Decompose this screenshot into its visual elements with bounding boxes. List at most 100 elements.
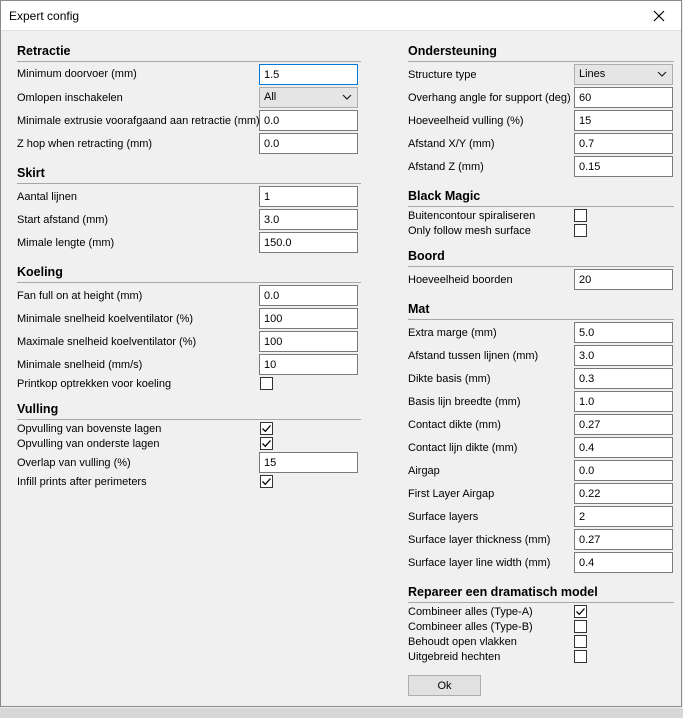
label-fan-full: Fan full on at height (mm) (17, 290, 143, 302)
input-start-afstand[interactable] (259, 209, 358, 230)
checkbox-open-vlakken[interactable] (574, 635, 587, 648)
checkmark-icon (576, 608, 585, 616)
label-extra-marge: Extra marge (mm) (408, 327, 497, 339)
label-printkop: Printkop optrekken voor koeling (17, 378, 172, 390)
checkmark-icon (262, 440, 271, 448)
checkbox-bovenste[interactable] (260, 422, 273, 435)
input-fan-full[interactable] (259, 285, 358, 306)
label-basis-lijn: Basis lijn breedte (mm) (408, 396, 521, 408)
label-max-snelheid-fan: Maximale snelheid koelventilator (%) (17, 336, 197, 348)
input-max-snelheid-fan[interactable] (259, 331, 358, 352)
select-structure-type[interactable]: Lines (574, 64, 673, 85)
input-dikte-basis[interactable] (574, 368, 673, 389)
input-aantal-lijnen[interactable] (259, 186, 358, 207)
input-surface-width[interactable] (574, 552, 673, 573)
label-contact-lijn: Contact lijn dikte (mm) (408, 442, 518, 454)
title-bar: Expert config (1, 1, 681, 31)
label-mimale-lengte: Mimale lengte (mm) (17, 237, 115, 249)
label-mesh-surface: Only follow mesh surface (408, 225, 531, 237)
label-afstand-xy: Afstand X/Y (mm) (408, 138, 495, 150)
input-extra-marge[interactable] (574, 322, 673, 343)
checkbox-printkop[interactable] (260, 377, 273, 390)
section-title-boord: Boord (408, 249, 445, 263)
label-spiraliseren: Buitencontour spiraliseren (408, 210, 536, 222)
checkbox-type-b[interactable] (574, 620, 587, 633)
label-structure-type: Structure type (408, 69, 477, 81)
section-divider (17, 282, 361, 283)
section-title-koeling: Koeling (17, 265, 63, 279)
label-omlopen: Omlopen inschakelen (17, 92, 123, 104)
label-min-doorvoer: Minimum doorvoer (mm) (17, 68, 137, 80)
label-afstand-z: Afstand Z (mm) (408, 161, 484, 173)
label-surface-thickness: Surface layer thickness (mm) (408, 534, 551, 546)
checkmark-icon (262, 478, 271, 486)
chevron-down-icon (342, 94, 352, 100)
checkbox-type-a[interactable] (574, 605, 587, 618)
input-min-snelheid[interactable] (259, 354, 358, 375)
input-afstand-z[interactable] (574, 156, 673, 177)
input-hoeveelheid-boorden[interactable] (574, 269, 673, 290)
checkmark-icon (262, 425, 271, 433)
label-overlap: Overlap van vulling (%) (17, 457, 131, 469)
section-title-repareer: Repareer een dramatisch model (408, 585, 598, 599)
section-title-ondersteuning: Ondersteuning (408, 44, 497, 58)
label-hoeveelheid-vulling: Hoeveelheid vulling (%) (408, 115, 524, 127)
label-infill-after: Infill prints after perimeters (17, 476, 147, 488)
section-title-retractie: Retractie (17, 44, 71, 58)
label-open-vlakken: Behoudt open vlakken (408, 636, 517, 648)
input-overhang[interactable] (574, 87, 673, 108)
select-structure-type-value: Lines (579, 68, 606, 80)
checkbox-onderste[interactable] (260, 437, 273, 450)
input-surface-thickness[interactable] (574, 529, 673, 550)
label-aantal-lijnen: Aantal lijnen (17, 191, 77, 203)
input-afstand-xy[interactable] (574, 133, 673, 154)
input-min-extrusie[interactable] (259, 110, 358, 131)
chevron-down-icon (657, 71, 667, 77)
input-basis-lijn[interactable] (574, 391, 673, 412)
input-airgap[interactable] (574, 460, 673, 481)
label-min-snelheid: Minimale snelheid (mm/s) (17, 359, 143, 371)
window-title: Expert config (9, 9, 80, 23)
section-divider (408, 319, 674, 320)
section-divider (408, 266, 674, 267)
section-divider (408, 61, 674, 62)
label-type-b: Combineer alles (Type-B) (408, 621, 533, 633)
input-first-layer-airgap[interactable] (574, 483, 673, 504)
label-z-hop: Z hop when retracting (mm) (17, 138, 153, 150)
section-title-vulling: Vulling (17, 402, 59, 416)
input-hoeveelheid-vulling[interactable] (574, 110, 673, 131)
checkbox-infill-after[interactable] (260, 475, 273, 488)
input-surface-layers[interactable] (574, 506, 673, 527)
close-icon (653, 10, 665, 22)
select-omlopen[interactable]: All (259, 87, 358, 108)
input-z-hop[interactable] (259, 133, 358, 154)
input-min-doorvoer[interactable] (259, 64, 358, 85)
label-afstand-lijnen: Afstand tussen lijnen (mm) (408, 350, 539, 362)
section-divider (408, 602, 674, 603)
label-surface-layers: Surface layers (408, 511, 479, 523)
select-omlopen-value: All (264, 91, 277, 103)
label-overhang: Overhang angle for support (deg) (408, 92, 571, 104)
label-contact-dikte: Contact dikte (mm) (408, 419, 501, 431)
label-airgap: Airgap (408, 465, 440, 477)
ok-button-label: Ok (437, 679, 452, 692)
label-min-extrusie: Minimale extrusie voorafgaand aan retrac… (17, 115, 260, 127)
input-contact-lijn[interactable] (574, 437, 673, 458)
input-overlap[interactable] (259, 452, 358, 473)
input-min-snelheid-fan[interactable] (259, 308, 358, 329)
input-mimale-lengte[interactable] (259, 232, 358, 253)
input-afstand-lijnen[interactable] (574, 345, 673, 366)
input-contact-dikte[interactable] (574, 414, 673, 435)
close-button[interactable] (637, 1, 681, 31)
checkbox-uitgebreid[interactable] (574, 650, 587, 663)
section-title-black-magic: Black Magic (408, 189, 481, 203)
section-title-mat: Mat (408, 302, 430, 316)
checkbox-spiraliseren[interactable] (574, 209, 587, 222)
section-divider (408, 206, 674, 207)
label-type-a: Combineer alles (Type-A) (408, 606, 533, 618)
label-hoeveelheid-boorden: Hoeveelheid boorden (408, 274, 513, 286)
expert-config-dialog: Expert config Retractie Minimum doorvoer… (0, 0, 682, 707)
ok-button[interactable]: Ok (408, 675, 481, 696)
label-surface-width: Surface layer line width (mm) (408, 557, 551, 569)
checkbox-mesh-surface[interactable] (574, 224, 587, 237)
